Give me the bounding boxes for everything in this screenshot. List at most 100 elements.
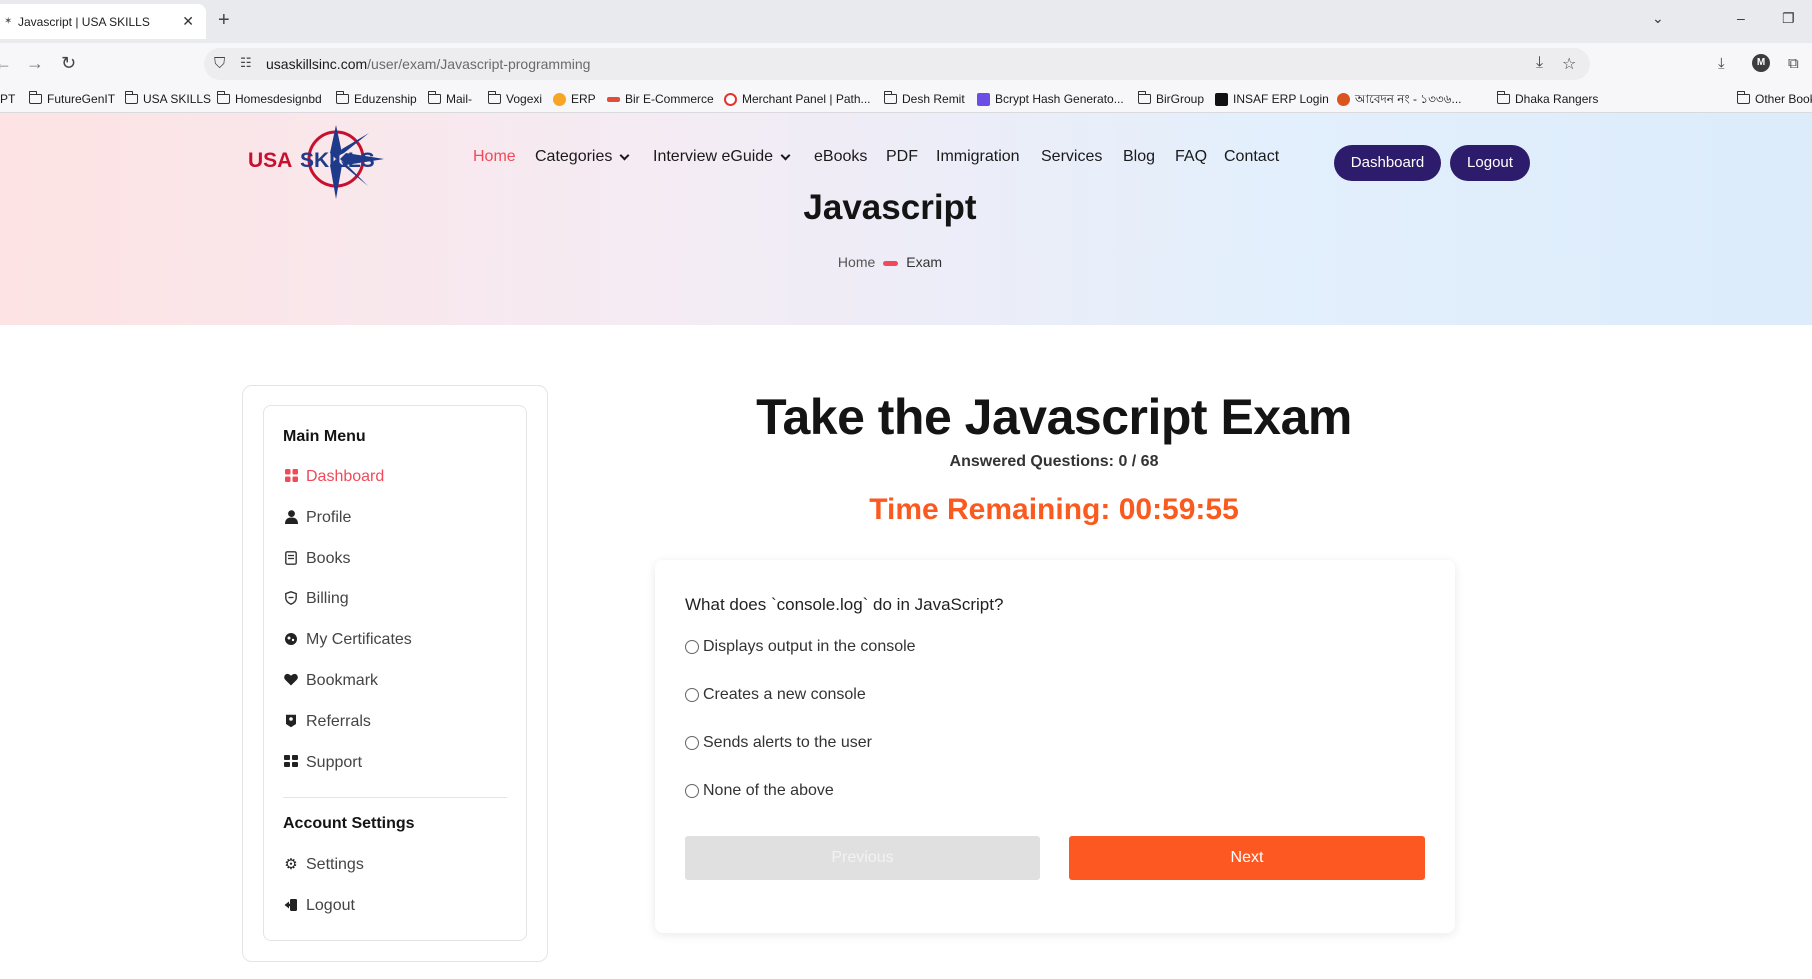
- bookmark-item[interactable]: আবেদন নং - ১৩৩৬...: [1337, 91, 1462, 107]
- chevron-down-icon: [780, 150, 791, 160]
- nav-interview-eguide[interactable]: Interview eGuide: [653, 148, 791, 166]
- breadcrumb-home[interactable]: Home: [838, 254, 875, 270]
- shield-icon: [283, 591, 299, 607]
- user-icon: [283, 510, 299, 526]
- nav-pdf[interactable]: PDF: [886, 148, 918, 166]
- install-page-icon[interactable]: ⤓: [1536, 54, 1543, 72]
- bookmark-item[interactable]: USA SKILLS: [125, 91, 211, 107]
- breadcrumb: Home Exam: [0, 254, 1780, 270]
- new-tab-icon[interactable]: +: [218, 10, 230, 30]
- bookmark-item[interactable]: Bcrypt Hash Generato...: [977, 91, 1124, 107]
- tab-close-icon[interactable]: ✕: [182, 14, 194, 28]
- page-title: Javascript: [803, 188, 977, 227]
- support-icon: [283, 755, 299, 771]
- radio-button[interactable]: [685, 784, 699, 798]
- bookmark-item[interactable]: FutureGenIT: [29, 91, 115, 107]
- logo-usa: USA: [248, 149, 292, 172]
- tab-title: Javascript | USA SKILLS: [18, 14, 150, 29]
- certificate-icon: [283, 632, 299, 648]
- bookmark-item-other[interactable]: Other Book: [1737, 91, 1812, 107]
- bookmark-star-icon[interactable]: ☆: [1562, 54, 1576, 74]
- folder-icon: [428, 91, 441, 104]
- bookmark-item[interactable]: Dhaka Rangers: [1497, 91, 1598, 107]
- forward-arrow-icon[interactable]: →: [26, 53, 44, 73]
- sidebar-item-books[interactable]: Books: [283, 550, 350, 568]
- url-text[interactable]: usaskillsinc.com/user/exam/Javascript-pr…: [266, 56, 590, 72]
- radio-button[interactable]: [685, 688, 699, 702]
- nav-blog[interactable]: Blog: [1123, 148, 1155, 166]
- sidebar-item-dashboard[interactable]: Dashboard: [283, 468, 384, 486]
- site-permissions-icon[interactable]: ☷: [240, 55, 252, 71]
- folder-icon: [217, 91, 230, 104]
- sidebar-item-bookmark[interactable]: Bookmark: [283, 672, 378, 690]
- insaf-favicon-icon: [1215, 92, 1228, 106]
- radio-button[interactable]: [685, 640, 699, 654]
- bookmark-item[interactable]: SPT: [0, 91, 15, 107]
- reload-icon[interactable]: ↻: [61, 53, 76, 73]
- sidebar-account-heading: Account Settings: [283, 815, 415, 832]
- nav-services[interactable]: Services: [1041, 148, 1102, 166]
- nav-home[interactable]: Home: [473, 148, 516, 166]
- tracking-shield-icon[interactable]: ⛉: [214, 55, 225, 72]
- dashboard-button[interactable]: Dashboard: [1334, 145, 1441, 181]
- sidebar-item-support[interactable]: Support: [283, 754, 362, 772]
- next-button[interactable]: Next: [1069, 836, 1425, 880]
- sidebar-item-profile[interactable]: Profile: [283, 509, 351, 527]
- bookmark-item[interactable]: Vogexi: [488, 91, 542, 107]
- bookmark-item[interactable]: INSAF ERP Login: [1215, 91, 1329, 107]
- answer-option[interactable]: Creates a new console: [685, 686, 866, 704]
- bookmark-item[interactable]: Desh Remit: [884, 91, 965, 107]
- bookmark-item[interactable]: Merchant Panel | Path...: [724, 91, 871, 107]
- logo-skills: SKILLS: [300, 149, 375, 172]
- radio-button[interactable]: [685, 736, 699, 750]
- address-bar[interactable]: ⛉ ☷ usaskillsinc.com/user/exam/Javascrip…: [204, 48, 1590, 80]
- nav-ebooks[interactable]: eBooks: [814, 148, 867, 166]
- breadcrumb-current: Exam: [906, 254, 943, 270]
- sidebar-item-settings[interactable]: ⚙ Settings: [283, 856, 364, 874]
- bookmark-item[interactable]: BirGroup: [1138, 91, 1204, 107]
- application-favicon-icon: [1337, 92, 1350, 106]
- minimize-icon[interactable]: –: [1737, 10, 1745, 26]
- answer-option[interactable]: None of the above: [685, 782, 834, 800]
- book-icon: [283, 551, 299, 567]
- sidebar-item-logout[interactable]: Logout: [283, 897, 355, 915]
- bookmark-item[interactable]: Bir E-Commerce: [607, 91, 714, 107]
- bookmark-item[interactable]: ERP: [553, 91, 596, 107]
- folder-icon: [1497, 91, 1510, 104]
- breadcrumb-separator: [883, 260, 899, 266]
- grid-icon: [283, 469, 299, 485]
- browser-tab-active[interactable]: ✶ Javascript | USA SKILLS ✕: [0, 4, 206, 39]
- folder-icon: [125, 91, 138, 104]
- nav-categories[interactable]: Categories: [535, 148, 630, 166]
- nav-faq[interactable]: FAQ: [1175, 148, 1207, 166]
- tab-list-chevron-icon[interactable]: ⌄: [1652, 10, 1664, 26]
- erp-favicon-icon: [553, 92, 566, 106]
- folder-icon: [488, 91, 501, 104]
- nav-contact[interactable]: Contact: [1224, 148, 1279, 166]
- time-remaining: Time Remaining: 00:59:55: [869, 493, 1239, 526]
- chevron-down-icon: [619, 150, 630, 160]
- sidebar-divider: [283, 797, 507, 798]
- answered-counter: Answered Questions: 0 / 68: [949, 453, 1159, 470]
- restore-icon[interactable]: ❐: [1782, 10, 1795, 26]
- answer-option[interactable]: Sends alerts to the user: [685, 734, 872, 752]
- favicon-icon: ✶: [4, 15, 13, 27]
- previous-button[interactable]: Previous: [685, 836, 1040, 880]
- nav-immigration[interactable]: Immigration: [936, 148, 1020, 166]
- sidebar-item-referrals[interactable]: Referrals: [283, 713, 371, 731]
- back-arrow-icon[interactable]: ←: [0, 53, 12, 73]
- bookmark-item[interactable]: Homesdesignbd: [217, 91, 322, 107]
- answer-option[interactable]: Displays output in the console: [685, 638, 916, 656]
- bcrypt-favicon-icon: [977, 92, 990, 106]
- logout-button[interactable]: Logout: [1450, 145, 1530, 181]
- downloads-icon[interactable]: ⤓: [1718, 55, 1725, 72]
- referral-icon: [283, 714, 299, 730]
- site-header: USA SKILLS Home Categories Interview eGu…: [0, 113, 1812, 325]
- sidebar-item-my-certificates[interactable]: My Certificates: [283, 631, 412, 649]
- bir-favicon-icon: [607, 96, 620, 102]
- bookmark-item[interactable]: Eduzenship: [336, 91, 417, 107]
- account-avatar[interactable]: M: [1752, 54, 1770, 72]
- sidebar-item-billing[interactable]: Billing: [283, 590, 349, 608]
- bookmark-item[interactable]: Mail-: [428, 91, 472, 107]
- extensions-icon[interactable]: ⧉: [1788, 55, 1799, 72]
